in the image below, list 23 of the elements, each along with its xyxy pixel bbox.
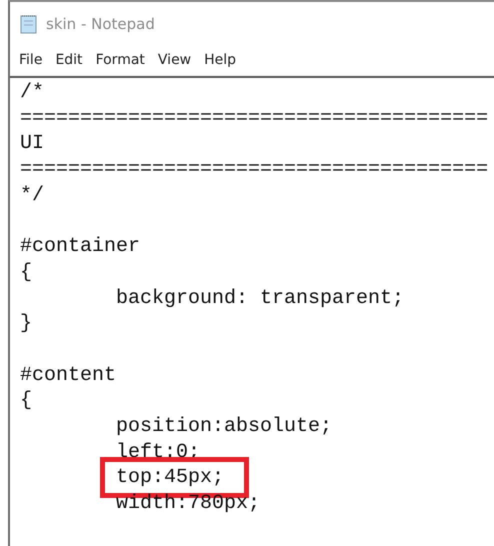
code-line: ======================================= xyxy=(20,158,488,182)
code-line: { xyxy=(20,260,32,284)
menu-item[interactable]: Edit xyxy=(55,52,83,68)
menu-item[interactable]: View xyxy=(158,52,192,68)
code-line: position:absolute; xyxy=(116,414,332,438)
code-line: UI xyxy=(20,132,44,156)
code-line: { xyxy=(20,389,32,412)
text-editor[interactable]: /* ======================================= UI ======================================= */ #container { background: transparent; } #content { position:absolute; left:0; top:45px; width:780px; xyxy=(10,76,494,546)
code-line: #content xyxy=(20,364,116,387)
code-line: top:45px; xyxy=(116,466,224,490)
menu-item[interactable]: File xyxy=(19,52,42,68)
code-line: width:780px; xyxy=(116,492,260,515)
code-line: #container xyxy=(20,235,140,258)
code-line: } xyxy=(20,312,32,336)
code-line: ======================================= xyxy=(20,106,488,130)
menu-item[interactable]: Help xyxy=(204,52,236,68)
code-line: /* xyxy=(20,81,44,104)
menu-item[interactable]: Format xyxy=(96,52,145,68)
code-line: left:0; xyxy=(116,440,200,464)
code-line: */ xyxy=(20,184,44,207)
window-title: skin - Notepad xyxy=(46,14,155,32)
notepad-icon xyxy=(20,14,38,34)
code-line: background: transparent; xyxy=(116,286,404,310)
